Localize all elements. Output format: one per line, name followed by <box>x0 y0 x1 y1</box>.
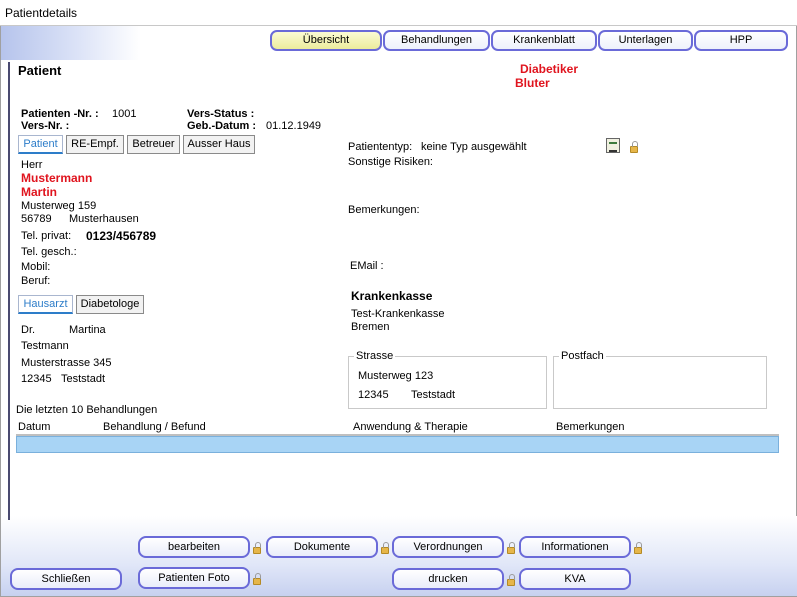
krankenkasse-city: Bremen <box>351 321 390 333</box>
patient-city: Musterhausen <box>69 213 139 225</box>
doctor-title: Dr. <box>21 324 36 336</box>
tel-privat-label: Tel. privat: <box>21 230 72 242</box>
document-edit-icon[interactable] <box>606 138 620 153</box>
tab-unterlagen[interactable]: Unterlagen <box>598 30 693 51</box>
vers-nr-label: Vers-Nr. : <box>21 120 70 132</box>
patienten-foto-button[interactable]: Patienten Foto <box>138 567 250 589</box>
lock-icon <box>253 573 261 585</box>
lock-icon <box>630 141 638 153</box>
subtab-patient[interactable]: Patient <box>18 135 63 154</box>
treatments-caption: Die letzten 10 Behandlungen <box>16 404 158 416</box>
geb-datum-value: 01.12.1949 <box>266 120 322 132</box>
title-bar: Patientdetails <box>0 0 797 26</box>
lock-icon <box>381 542 389 554</box>
strasse-zip: 12345 <box>358 389 389 401</box>
subtab-hausarzt[interactable]: Hausarzt <box>18 295 73 314</box>
left-divider <box>8 62 10 520</box>
column-header-datum[interactable]: Datum <box>18 421 50 433</box>
patient-street: Musterweg 159 <box>21 200 97 212</box>
patient-lastname: Mustermann <box>21 171 93 185</box>
dokumente-button[interactable]: Dokumente <box>266 536 378 558</box>
verordnungen-button[interactable]: Verordnungen <box>392 536 504 558</box>
bearbeiten-button[interactable]: bearbeiten <box>138 536 250 558</box>
tab-krankenblatt[interactable]: Krankenblatt <box>491 30 597 51</box>
patient-nr-value: 1001 <box>112 108 137 120</box>
patient-firstname: Martin <box>21 185 57 199</box>
mobil-label: Mobil: <box>21 261 51 273</box>
column-header-bemerkungen[interactable]: Bemerkungen <box>556 421 625 433</box>
lock-icon <box>507 542 515 554</box>
table-row[interactable] <box>16 436 779 453</box>
vers-status-label: Vers-Status : <box>187 108 255 120</box>
krankenkasse-heading: Krankenkasse <box>351 289 433 303</box>
strasse-city: Teststadt <box>411 389 456 401</box>
subtab-betreuer[interactable]: Betreuer <box>127 135 180 154</box>
geb-datum-label: Geb.-Datum : <box>187 120 257 132</box>
subtab-ausser-haus[interactable]: Ausser Haus <box>183 135 255 154</box>
patient-salutation: Herr <box>21 159 43 171</box>
patiententyp-value: keine Typ ausgewählt <box>421 141 527 153</box>
doctor-zip: 12345 <box>21 373 52 385</box>
doctor-firstname: Martina <box>69 324 106 336</box>
tel-gesch-label: Tel. gesch.: <box>21 246 77 258</box>
strasse-value: Musterweg 123 <box>358 370 434 382</box>
patient-zip: 56789 <box>21 213 52 225</box>
patiententyp-label: Patiententyp: <box>348 141 413 153</box>
tel-privat-value: 0123/456789 <box>86 229 157 243</box>
lock-icon <box>507 574 515 586</box>
subtab-diabetologe[interactable]: Diabetologe <box>76 295 144 314</box>
lock-icon <box>253 542 261 554</box>
flag-diabetiker: Diabetiker <box>520 62 579 76</box>
bemerkungen-label: Bemerkungen: <box>348 204 420 216</box>
postfach-legend: Postfach <box>559 350 606 362</box>
drucken-button[interactable]: drucken <box>392 568 504 590</box>
kva-button[interactable]: KVA <box>519 568 631 590</box>
doctor-city: Teststadt <box>61 373 106 385</box>
lock-icon <box>634 542 642 554</box>
krankenkasse-name: Test-Krankenkasse <box>351 308 445 320</box>
informationen-button[interactable]: Informationen <box>519 536 631 558</box>
doctor-street: Musterstrasse 345 <box>21 357 112 369</box>
column-header-anwendung[interactable]: Anwendung & Therapie <box>353 421 468 433</box>
schliessen-button[interactable]: Schließen <box>10 568 122 590</box>
window-title: Patientdetails <box>5 6 78 20</box>
section-title-patient: Patient <box>18 63 62 78</box>
subtab-re-empf[interactable]: RE-Empf. <box>66 135 124 154</box>
sonstige-risiken-label: Sonstige Risiken: <box>348 156 433 168</box>
email-label: EMail : <box>350 260 384 272</box>
flag-bluter: Bluter <box>515 76 550 90</box>
patient-nr-label: Patienten -Nr. : <box>21 108 99 120</box>
beruf-label: Beruf: <box>21 275 51 287</box>
doctor-lastname: Testmann <box>21 340 69 352</box>
postfach-group: Postfach <box>553 350 767 409</box>
tab-hpp[interactable]: HPP <box>694 30 788 51</box>
tab-behandlungen[interactable]: Behandlungen <box>383 30 490 51</box>
header-gradient <box>1 26 141 60</box>
tab-uebersicht[interactable]: Übersicht <box>270 30 382 51</box>
strasse-legend: Strasse <box>354 350 396 362</box>
column-header-behandlung[interactable]: Behandlung / Befund <box>103 421 206 433</box>
strasse-group: Strasse <box>348 350 547 409</box>
